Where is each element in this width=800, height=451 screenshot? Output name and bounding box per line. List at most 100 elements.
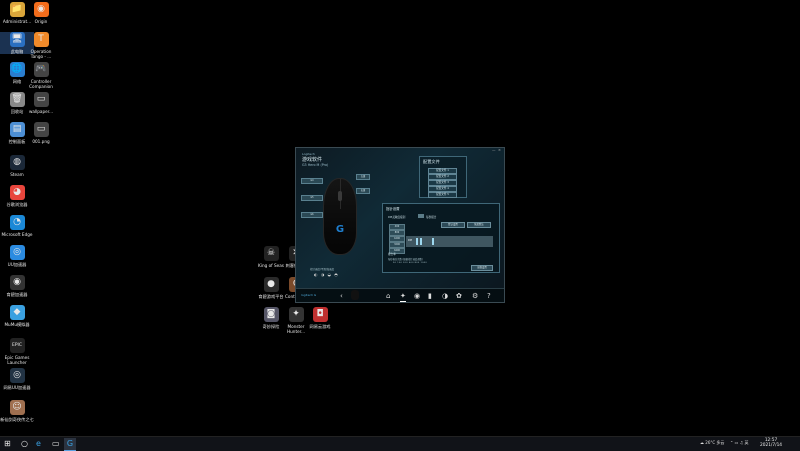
dpi-graph[interactable]: DPI xyxy=(406,236,493,247)
taskbar-app-explorer[interactable]: ▭ xyxy=(52,439,60,449)
desktop-icon[interactable]: ◕ 谷歌浏览器 xyxy=(0,185,34,207)
dpi-toggle[interactable] xyxy=(418,214,424,218)
desktop-icon-glyph: ◘ xyxy=(316,309,324,319)
help-icon[interactable]: ? xyxy=(487,291,491,301)
dpi-marker[interactable] xyxy=(420,238,422,245)
dpi-level-row[interactable]: 1600 xyxy=(389,236,405,242)
desktop-icon[interactable]: 🎮 Controller Companion xyxy=(24,62,58,89)
battery-icon[interactable]: ▮ xyxy=(428,291,432,301)
dpi-marker[interactable] xyxy=(416,238,418,245)
mouse-button-label-g6[interactable]: G6 xyxy=(301,212,323,218)
device-name: G3 Hero M (Pro) xyxy=(302,163,329,167)
desktop-icon-label: Epic Games Launcher xyxy=(4,355,30,365)
desktop-icon[interactable]: ◉ 育碧加速器 xyxy=(0,275,34,297)
mouse-button-label-right[interactable]: 右键 xyxy=(356,188,370,194)
desktop-icon-glyph: ◉ xyxy=(37,4,45,14)
desktop-icon-glyph: 🗑 xyxy=(11,94,23,104)
profile-button-5[interactable]: 配置文件 5 xyxy=(428,192,457,198)
customize-buttons-icon[interactable]: ✦ xyxy=(400,291,406,302)
back-arrow-icon[interactable]: ‹ xyxy=(340,291,343,301)
mini-mode-icons[interactable]: ◐ ◑ ◒ ◓ xyxy=(314,272,339,277)
desktop-icon-glyph: 🖥 xyxy=(11,34,23,44)
pointer-settings-icon[interactable]: ◑ xyxy=(442,291,448,301)
desktop-icon-image: ◕ xyxy=(9,185,25,200)
desktop-icon[interactable]: ▭ wallpaper... xyxy=(24,92,58,114)
desktop-icon-image: ◘ xyxy=(312,307,328,322)
desktop-icon-label: 新仙剑奇侠传之七 xyxy=(0,417,34,422)
home-icon[interactable]: ⌂ xyxy=(386,291,390,301)
desktop-icon-label: 网易UU加速器 xyxy=(3,385,31,390)
desktop-icon[interactable]: ◉ Origin xyxy=(24,2,58,24)
system-tray-icons[interactable]: ⌃ ▭ ♫ 英 xyxy=(730,440,749,446)
logitech-gaming-software-window: — × Logitech 游戏软件 G3 Hero M (Pro) 配置文件 配… xyxy=(295,147,505,303)
taskbar-app-logitech[interactable]: G xyxy=(64,438,76,451)
desktop-icon-image: ☺ xyxy=(9,400,25,415)
profile-panel: 配置文件 配置文件 1 配置文件 2 配置文件 3 配置文件 4 配置文件 5 xyxy=(419,156,467,198)
desktop-icon-label: Controller Companion xyxy=(29,79,53,89)
dpi-marker[interactable] xyxy=(432,238,434,245)
desktop-icon[interactable]: T Operation Tango - ... xyxy=(24,32,58,59)
desktop-icon-glyph: 🌐 xyxy=(11,64,23,74)
restore-default-button[interactable]: 恢复默认 xyxy=(467,222,491,228)
desktop-icon-label: Microsoft Edge xyxy=(1,232,33,237)
desktop-icon-label: Steam xyxy=(10,172,24,177)
mouse-button-label-g5[interactable]: G5 xyxy=(301,195,323,201)
weather-widget[interactable]: ☁ 26°C 多云 xyxy=(700,440,724,446)
desktop-icon-image: ● xyxy=(263,277,279,292)
mouse-button-label-g4[interactable]: G4 xyxy=(301,178,323,184)
desktop-icon-image: ◉ xyxy=(33,2,49,17)
logitech-g-logo-icon: G xyxy=(335,224,345,235)
mouse-thumbnail[interactable] xyxy=(351,290,359,300)
close-button[interactable]: × xyxy=(498,148,501,152)
color-icon[interactable]: ✿ xyxy=(456,291,462,301)
dpi-level-row[interactable]: 800 xyxy=(389,230,405,236)
desktop-icon[interactable]: ▭ 001.png xyxy=(24,122,58,144)
mouse-scroll-wheel xyxy=(338,191,342,201)
dpi-level-row[interactable]: 3200 xyxy=(389,242,405,248)
desktop-icon-glyph: ◍ xyxy=(13,157,21,167)
taskbar: ⊞ ○ e ▭ G ☁ 26°C 多云 ⌃ ▭ ♫ 英 12:57 2021/7… xyxy=(0,436,800,451)
desktop-icon-glyph: ◔ xyxy=(13,217,21,227)
desktop-icon-image: T xyxy=(33,32,49,47)
desktop-icon[interactable]: ◆ MuMu模拟器 xyxy=(0,305,34,327)
desktop-icon-label: UU加速器 xyxy=(7,262,27,267)
desktop-icon-image: ▭ xyxy=(33,122,49,137)
desktop-icon[interactable]: EPIC Epic Games Launcher xyxy=(0,338,34,365)
desktop-icon-label: Operation Tango - ... xyxy=(30,49,52,59)
mouse-button-label-left[interactable]: 左键 xyxy=(356,174,370,180)
clock[interactable]: 12:57 2021/7/14 xyxy=(760,438,782,448)
desktop-icon-image: ◉ xyxy=(9,275,25,290)
desktop-icon-glyph: ◎ xyxy=(13,370,21,380)
report-rate-title: 报告率 xyxy=(388,253,396,256)
profile-panel-title: 配置文件 xyxy=(423,159,440,164)
desktop-icon[interactable]: ◎ 网易UU加速器 xyxy=(0,368,34,390)
lighting-icon[interactable]: ◉ xyxy=(414,291,420,301)
settings-gear-icon[interactable]: ⚙ xyxy=(472,291,478,301)
pointer-note: 指针速度/平滑/加速度 xyxy=(310,268,335,271)
advanced-settings-button[interactable]: 高级设置 xyxy=(471,265,493,271)
dpi-level-row[interactable]: 400 xyxy=(389,224,405,230)
desktop-icon[interactable]: ◎ UU加速器 xyxy=(0,245,34,267)
desktop-icon-glyph: ☠ xyxy=(266,248,276,258)
logitech-logo: logitech G xyxy=(301,293,317,297)
desktop-icon-glyph: ◉ xyxy=(13,277,21,287)
desktop-icon-image: ◙ xyxy=(263,307,279,322)
report-rate-note: 每秒报告次数 (根据指针速度调整) xyxy=(388,258,423,261)
taskbar-app-edge[interactable]: e xyxy=(36,439,41,449)
desktop-icon-image: 🎮 xyxy=(33,62,49,77)
desktop-icon[interactable]: ◘ 网易云游戏 xyxy=(303,307,337,329)
desktop-icon-label: 谷歌浏览器 xyxy=(6,202,28,207)
desktop-icon[interactable]: ◍ Steam xyxy=(0,155,34,177)
desktop-icon-glyph: ◕ xyxy=(13,187,21,197)
desktop-icon[interactable]: ◔ Microsoft Edge xyxy=(0,215,34,237)
pointer-settings-panel: 指针设置 DPI灵敏度级别 每秒报告 默认设置 恢复默认 400 800 160… xyxy=(382,203,500,273)
desktop-icon[interactable]: ☺ 新仙剑奇侠传之七 xyxy=(0,400,34,422)
dpi-graph-label: DPI xyxy=(408,239,413,242)
desktop-icon-image: ◍ xyxy=(9,155,25,170)
minimize-button[interactable]: — xyxy=(492,148,496,152)
start-button[interactable]: ⊞ xyxy=(4,439,11,449)
default-settings-button[interactable]: 默认设置 xyxy=(441,222,465,228)
report-rate-scale[interactable]: 50 100 200 400 800 1000 xyxy=(393,262,427,264)
desktop-icon-glyph: ▤ xyxy=(12,124,22,134)
search-icon[interactable]: ○ xyxy=(21,439,28,449)
